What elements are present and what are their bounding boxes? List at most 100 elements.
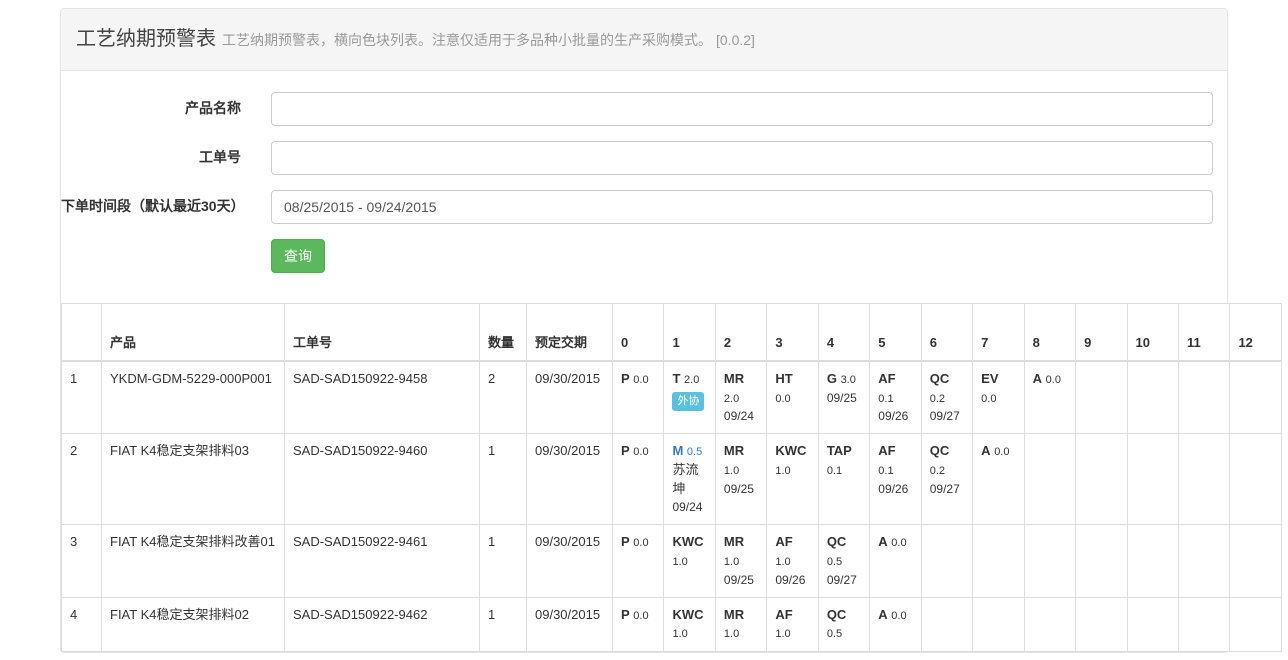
table-row: 4FIAT K4稳定支架排料02SAD-SAD150922-9462109/30… [62,597,1282,651]
process-cell: KWC 1.0 [767,434,818,525]
process-hours: 1.0 [672,556,687,568]
process-hours: 1.0 [724,556,739,568]
order-number-input[interactable] [271,141,1213,175]
row-index: 4 [62,597,102,651]
process-hours: 0.0 [633,446,648,458]
process-cell: A 0.0 [973,434,1024,525]
process-code: QC [827,607,847,622]
process-hours: 1.0 [775,628,790,640]
process-code: A [981,443,990,458]
process-cell: MR 1.0 [715,597,766,651]
process-hours: 3.0 [841,374,856,386]
page-title: 工艺纳期预警表 [76,28,216,50]
due-date-cell: 09/30/2015 [527,597,613,651]
process-cell: QC 0.2 09/27 [921,361,972,434]
column-header [62,303,102,361]
process-label: AF 0.1 [878,443,895,477]
process-date: 09/25 [724,572,758,589]
process-hours: 0.0 [633,610,648,622]
process-hours: 0.0 [633,374,648,386]
process-cell: P 0.0 [613,525,664,597]
warning-table: 产品工单号数量预定交期0123456789101112 1YKDM-GDM-52… [61,303,1282,653]
process-code: T [672,371,680,386]
process-cell: AF 1.0 [767,597,818,651]
process-cell: AF 0.109/26 [870,361,921,434]
process-cell: TAP 0.1 [818,434,869,525]
process-cell: M 0.5 苏流坤09/24 [664,434,715,525]
page-header: 工艺纳期预警表工艺纳期预警表，横向色块列表。注意仅适用于多品种小批量的生产采购模… [61,9,1227,71]
process-cell: G 3.009/25 [818,361,869,434]
process-code: MR [724,371,744,386]
product-name-input[interactable] [271,92,1213,126]
process-date: 09/26 [878,408,912,425]
process-cell: P 0.0 [613,434,664,525]
process-code: A [1033,371,1042,386]
process-hours: 0.1 [878,465,893,477]
process-code: HT [775,371,792,386]
process-label: A 0.0 [1033,371,1061,386]
process-cell: T 2.0外协 [664,361,715,434]
column-header: 5 [870,303,921,361]
process-cell: MR 2.009/24 [715,361,766,434]
process-label: QC 0.2 [930,371,950,405]
process-date: 09/27 [827,572,861,589]
column-header: 9 [1076,303,1127,361]
date-range-input[interactable] [271,190,1213,224]
process-label: QC 0.2 [930,443,950,477]
process-code: AF [775,534,792,549]
order-number-label: 工单号 [61,141,241,168]
process-label: P 0.0 [621,443,649,458]
product-name-group: 产品名称 [61,92,1227,126]
process-hours: 0.2 [930,393,945,405]
process-date: 09/26 [878,481,912,498]
column-header: 7 [973,303,1024,361]
column-header: 0 [613,303,664,361]
process-cell: A 0.0 [1024,361,1075,434]
process-label: P 0.0 [621,371,649,386]
process-label: AF 1.0 [775,607,792,641]
quantity-cell: 2 [480,361,527,434]
page: 工艺纳期预警表工艺纳期预警表，横向色块列表。注意仅适用于多品种小批量的生产采购模… [0,0,1288,653]
process-date: 09/26 [775,572,809,589]
process-label: A 0.0 [878,607,906,622]
process-hours: 0.0 [1046,374,1061,386]
process-cell: KWC 1.0 [664,597,715,651]
process-code: P [621,534,630,549]
column-header: 4 [818,303,869,361]
process-link[interactable]: M 0.5 [672,443,702,458]
main-panel: 工艺纳期预警表工艺纳期预警表，横向色块列表。注意仅适用于多品种小批量的生产采购模… [60,8,1228,653]
quantity-cell: 1 [480,434,527,525]
process-cell [1127,434,1178,525]
order-number-cell: SAD-SAD150922-9460 [285,434,480,525]
process-cell [1127,525,1178,597]
process-code: QC [827,534,847,549]
process-hours: 0.0 [891,537,906,549]
order-number-cell: SAD-SAD150922-9461 [285,525,480,597]
search-form: 产品名称 工单号 下单时间段（默认最近30天） 查询 [61,71,1227,303]
query-button[interactable]: 查询 [271,239,325,273]
process-code: EV [981,371,998,386]
process-cell [1178,525,1229,597]
submit-row: 查询 [271,239,1227,273]
process-cell [1076,597,1127,651]
row-index: 2 [62,434,102,525]
process-date: 09/27 [930,481,964,498]
process-cell: AF 0.1 09/26 [870,434,921,525]
process-code: TAP [827,443,852,458]
process-cell [1178,597,1229,651]
process-hours: 1.0 [724,628,739,640]
page-version: [0.0.2] [716,32,755,48]
date-range-label: 下单时间段（默认最近30天） [61,190,241,217]
process-label: EV 0.0 [981,371,998,405]
warning-table-wrap: 产品工单号数量预定交期0123456789101112 1YKDM-GDM-52… [61,303,1282,653]
process-label: QC 0.5 [827,607,847,641]
column-header: 8 [1024,303,1075,361]
process-label: P 0.0 [621,534,649,549]
process-hours: 0.0 [994,446,1009,458]
process-cell [1076,434,1127,525]
process-cell [921,597,972,651]
column-header: 预定交期 [527,303,613,361]
process-label: KWC 1.0 [672,534,703,568]
process-date: 09/27 [930,408,964,425]
process-label: T 2.0 [672,371,699,386]
